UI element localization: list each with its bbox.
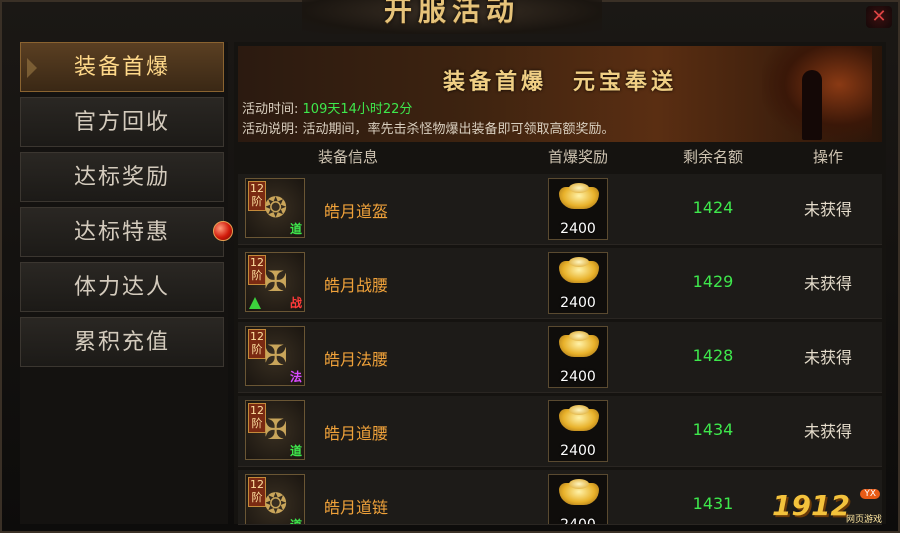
remaining-count: 1431 (692, 494, 734, 513)
close-icon: ✕ (871, 6, 887, 27)
reward-count: 2400 (560, 295, 596, 311)
claim-status: 未获得 (803, 274, 852, 293)
claim-status: 未获得 (803, 348, 852, 367)
claim-status: 未获得 (803, 200, 852, 219)
header-remaining-slots: 剩余名额 (682, 148, 743, 166)
remaining-count: 1429 (692, 272, 734, 291)
equipment-name: 皓月道盔 (324, 202, 389, 221)
equipment-name: 皓月道链 (324, 498, 389, 517)
remaining-count: 1434 (692, 420, 734, 439)
event-banner: 装备首爆 元宝奉送 活动时间: 109天14小时22分 活动说明: 活动期间，率… (238, 46, 882, 142)
reward-count: 2400 (560, 369, 596, 385)
equipment-name: 皓月道腰 (324, 424, 389, 443)
sidebar-item-label: 装备首爆 (73, 55, 170, 80)
equipment-icon[interactable]: 12阶 ❂ 道 (245, 474, 305, 525)
watermark-subtitle: 网页游戏 (845, 515, 882, 525)
event-description: 活动说明: 活动期间，率先击杀怪物爆出装备即可领取高额奖励。 (242, 118, 615, 137)
table-row: 12阶 ✠ 法 皓月法腰 2400 1428 未获得 (238, 322, 882, 393)
class-tag: 道 (289, 518, 302, 525)
gold-ingot-top (569, 405, 589, 415)
window-title: 开服活动 (383, 0, 520, 27)
reward-count: 2400 (560, 517, 596, 525)
sidebar-item-label: 达标特惠 (73, 220, 170, 245)
remaining-count: 1424 (692, 198, 734, 217)
sidebar-item-official-recycle[interactable]: 官方回收 (20, 97, 224, 147)
close-button[interactable]: ✕ (866, 6, 892, 28)
gold-ingot-top (569, 183, 589, 193)
main-panel: 装备首爆 元宝奉送 活动时间: 109天14小时22分 活动说明: 活动期间，率… (234, 42, 886, 525)
event-desc-value: 活动期间，率先击杀怪物爆出装备即可领取高额奖励。 (302, 122, 615, 137)
equipment-name: 皓月战腰 (324, 276, 389, 295)
event-time: 活动时间: 109天14小时22分 (242, 98, 412, 117)
belt-icon: ✠ (264, 339, 288, 372)
equipment-icon[interactable]: 12阶 ✠ 战 (245, 252, 305, 312)
sidebar-item-stamina-master[interactable]: 体力达人 (20, 262, 224, 312)
table-row: 12阶 ✠ 道 皓月道腰 2400 1434 未获得 (238, 396, 882, 467)
table-row: 12阶 ✠ 战 皓月战腰 2400 1429 未获得 (238, 248, 882, 319)
site-watermark-logo: 1912 YX 网页游戏 (772, 489, 882, 525)
equipment-icon[interactable]: 12阶 ❂ 道 (245, 178, 305, 238)
watermark-number: 1912 (772, 489, 850, 522)
reward-slot[interactable]: 2400 (548, 400, 608, 462)
class-tag: 战 (289, 296, 302, 310)
sidebar-item-level-reward[interactable]: 达标奖励 (20, 152, 224, 202)
gold-ingot-top (569, 479, 589, 489)
class-tag: 道 (289, 222, 302, 236)
helmet-icon: ❂ (264, 191, 288, 224)
sidebar-item-level-discount[interactable]: 达标特惠 (20, 207, 233, 257)
sidebar: 装备首爆 官方回收 达标奖励 达标特惠 体力达人 累积充值 (20, 42, 233, 524)
reward-slot[interactable]: 2400 (548, 252, 608, 314)
belt-icon: ✠ (264, 265, 288, 298)
table-row: 12阶 ❂ 道 皓月道盔 2400 1424 未获得 (238, 174, 882, 245)
remaining-count: 1428 (692, 346, 734, 365)
banner-title: 装备首爆 元宝奉送 (442, 69, 677, 95)
equipment-icon[interactable]: 12阶 ✠ 道 (245, 400, 305, 460)
header-action: 操作 (812, 148, 843, 166)
reward-slot[interactable]: 2400 (548, 474, 608, 525)
event-time-label: 活动时间: (242, 102, 299, 117)
equipment-name: 皓月法腰 (324, 350, 389, 369)
sidebar-item-label: 达标奖励 (73, 165, 170, 190)
reward-count: 2400 (560, 221, 596, 237)
gold-ingot-top (569, 257, 589, 267)
event-time-value: 109天14小时22分 (302, 102, 413, 117)
reward-slot[interactable]: 2400 (548, 326, 608, 388)
sidebar-item-accumulated-recharge[interactable]: 累积充值 (20, 317, 224, 367)
header-equipment-info: 装备信息 (317, 148, 378, 166)
claim-status: 未获得 (803, 422, 852, 441)
upgrade-arrow-icon (249, 297, 261, 309)
notification-dot (213, 221, 233, 241)
belt-icon: ✠ (264, 413, 288, 446)
gold-ingot-top (569, 331, 589, 341)
sidebar-item-label: 官方回收 (73, 110, 170, 135)
event-desc-label: 活动说明: (242, 122, 299, 137)
reward-slot[interactable]: 2400 (548, 178, 608, 240)
sidebar-item-label: 累积充值 (73, 330, 170, 355)
header-first-drop-reward: 首爆奖励 (547, 148, 608, 166)
sidebar-item-equipment-first-drop[interactable]: 装备首爆 (20, 42, 224, 92)
table-header: 装备信息 首爆奖励 剩余名额 操作 (238, 146, 882, 170)
reward-count: 2400 (560, 443, 596, 459)
activity-window: 开服活动 ✕ 装备首爆 官方回收 达标奖励 达标特惠 体力达人 累积充值 装备首… (0, 0, 900, 533)
class-tag: 道 (289, 444, 302, 458)
watermark-badge: YX (860, 489, 880, 499)
necklace-icon: ❂ (264, 487, 288, 520)
class-tag: 法 (289, 370, 302, 384)
equipment-icon[interactable]: 12阶 ✠ 法 (245, 326, 305, 386)
sidebar-item-label: 体力达人 (73, 275, 170, 300)
